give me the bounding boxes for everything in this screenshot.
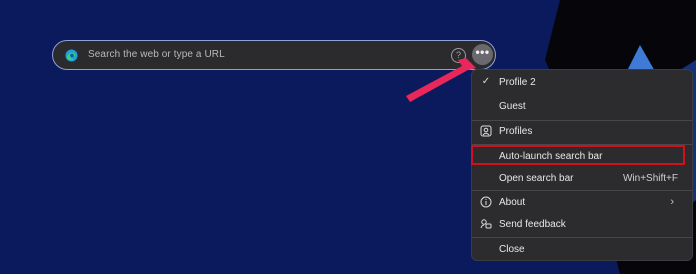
menu-item-about[interactable]: About › [472, 193, 692, 213]
menu-item-profiles[interactable]: Profiles [472, 122, 692, 142]
menu-item-label: Open search bar [499, 173, 574, 184]
profiles-icon [480, 125, 492, 137]
shortcut-label: Win+Shift+F [622, 173, 678, 184]
menu-item-label: Profile 2 [499, 77, 536, 88]
menu-item-close[interactable]: Close [472, 240, 692, 260]
info-icon [480, 196, 492, 208]
menu-divider [472, 237, 692, 238]
desktop: Search the web or type a URL ? ••• ✓ Pro… [0, 0, 696, 274]
annotation-arrow [406, 58, 476, 102]
search-input[interactable]: Search the web or type a URL [88, 49, 225, 60]
search-bar-menu: ✓ Profile 2 Guest Profiles Auto-launch s… [471, 69, 693, 261]
menu-item-label: About [499, 197, 526, 208]
edge-logo-icon [65, 49, 78, 62]
menu-item-label: Profiles [499, 126, 533, 137]
menu-item-open-search-bar[interactable]: Open search bar Win+Shift+F [472, 169, 692, 189]
menu-item-label: Guest [499, 101, 526, 112]
menu-divider [472, 120, 692, 121]
menu-divider [472, 190, 692, 191]
feedback-icon [480, 218, 492, 230]
highlight-annotation [471, 145, 685, 165]
menu-item-guest[interactable]: Guest [472, 97, 692, 117]
menu-item-send-feedback[interactable]: Send feedback [472, 215, 692, 235]
menu-item-profile-2[interactable]: ✓ Profile 2 [472, 73, 692, 93]
menu-item-label: Close [499, 244, 525, 255]
checkmark-icon: ✓ [481, 76, 491, 87]
chevron-right-icon: › [670, 196, 674, 208]
menu-item-label: Send feedback [499, 219, 566, 230]
